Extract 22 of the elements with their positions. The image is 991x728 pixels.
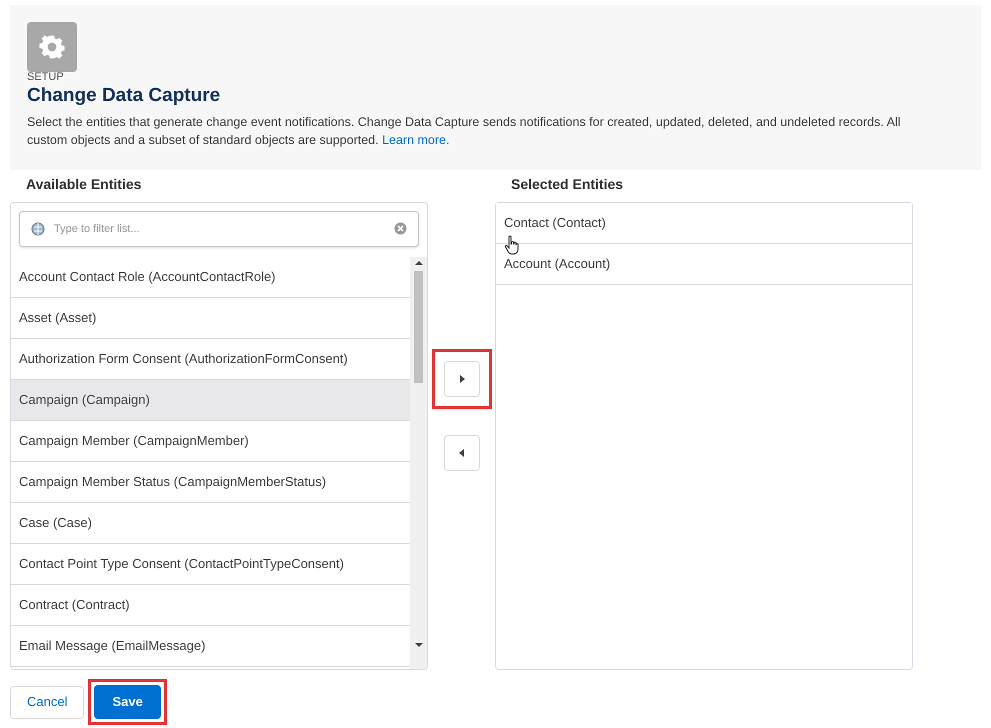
right-triangle-icon [458,375,464,383]
scroll-thumb[interactable] [414,271,424,383]
move-left-button[interactable] [444,435,480,471]
setup-icon [27,22,77,72]
clear-icon[interactable] [394,222,407,235]
eyebrow-label: SETUP [27,71,65,83]
column-heading: Selected Entities [510,175,624,194]
save-button[interactable]: Save [94,685,161,719]
cancel-button[interactable]: Cancel [10,686,84,718]
list-item[interactable]: Campaign (Campaign) [11,380,410,421]
hand-cursor-icon [504,235,520,255]
description-text: Select the entities that generate change event notifications. Change Data Capture sends notifications for created, updated, deleted, and undeleted records. All custom objects and a subset of standard objects are supported. Learn more. [27,114,902,149]
learn-more-link[interactable]: Learn more. [382,133,450,147]
list-item[interactable]: Contact (Contact) [496,203,912,244]
column-heading: Available Entities [25,175,142,194]
scroll-down-icon[interactable] [415,643,424,647]
page-title: Change Data Capture [27,84,222,108]
scrollbar[interactable] [410,257,427,669]
move-right-button[interactable] [444,361,480,397]
scroll-up-icon[interactable] [415,261,424,265]
filter-field[interactable]: Type to filter list... [19,211,419,247]
left-triangle-icon [458,449,464,457]
